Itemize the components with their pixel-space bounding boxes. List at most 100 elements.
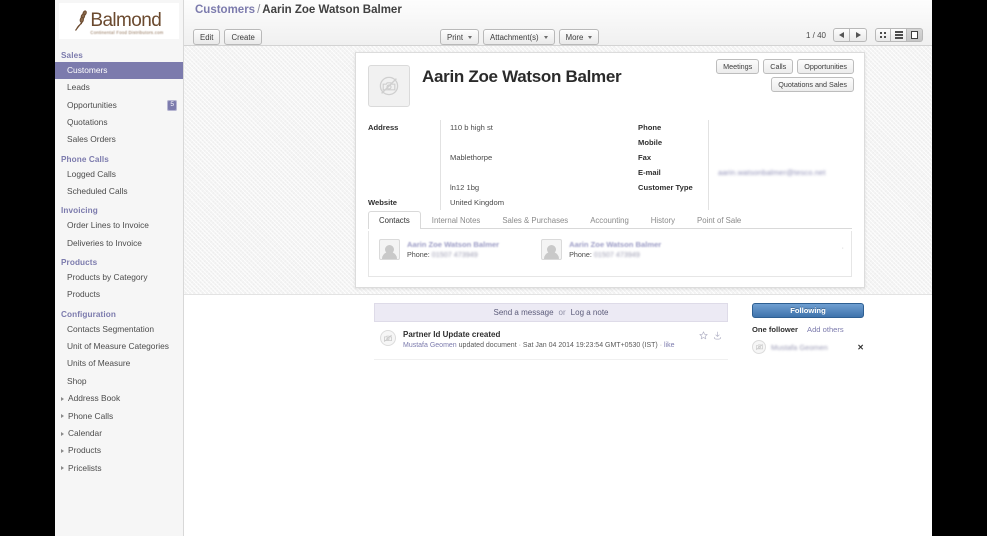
sidebar-group-pricelists[interactable]: Pricelists: [55, 460, 183, 477]
contact-phone: Phone: 01507 473949: [569, 250, 661, 261]
logo-tagline: Continental Food Distributors.com: [90, 29, 164, 35]
sidebar-item-logged-calls[interactable]: Logged Calls: [55, 166, 183, 183]
tab-sales-and-purchases[interactable]: Sales & Purchases: [491, 211, 579, 229]
tab-point-of-sale[interactable]: Point of Sale: [686, 211, 752, 229]
opportunities-button[interactable]: Opportunities: [797, 59, 854, 74]
sidebar-item-leads[interactable]: Leads: [55, 79, 183, 96]
next-record-button[interactable]: [850, 28, 867, 42]
send-message-button[interactable]: Send a message: [494, 308, 554, 317]
sidebar-item-order-lines-to-invoice[interactable]: Order Lines to Invoice: [55, 217, 183, 234]
sidebar: Balmond Continental Food Distributors.co…: [55, 0, 184, 536]
sidebar-item-deliveries-to-invoice[interactable]: Deliveries to Invoice: [55, 235, 183, 252]
view-switcher: [875, 28, 923, 42]
sidebar-item-label: Contacts Segmentation: [67, 323, 155, 334]
sidebar-item-sales-orders[interactable]: Sales Orders: [55, 131, 183, 148]
remove-follower-button[interactable]: ✕: [857, 343, 864, 352]
arrow-right-icon: [855, 32, 861, 38]
sidebar-item-quotations[interactable]: Quotations: [55, 114, 183, 131]
meetings-button-label: Meetings: [723, 62, 753, 71]
sidebar-item-label: Phone Calls: [68, 410, 114, 421]
form-work-area: Aarin Zoe Watson Balmer Meetings Calls O…: [184, 46, 932, 295]
edit-button[interactable]: Edit: [193, 29, 221, 45]
sidebar-item-label: Opportunities: [67, 99, 117, 110]
phone-field-label: Phone: [638, 123, 662, 132]
customer-type-field-value[interactable]: [718, 180, 850, 195]
chevron-right-icon: [61, 466, 64, 471]
app-logo[interactable]: Balmond Continental Food Distributors.co…: [59, 3, 179, 39]
message-author[interactable]: Mustafa Geomen: [403, 342, 457, 349]
list-view-button[interactable]: [891, 28, 907, 42]
contact-phone: Phone: 01507 473949: [407, 250, 499, 261]
sidebar-item-label: Unit of Measure Categories: [67, 341, 169, 352]
toolbar: Customers / Aarin Zoe Watson Balmer Edit C…: [184, 0, 932, 46]
calls-button[interactable]: Calls: [763, 59, 794, 74]
chatter-area: Send a message or Log a note Partner Id …: [184, 295, 932, 536]
sidebar-group-address-book[interactable]: Address Book: [55, 390, 183, 407]
sidebar-item-label: Customers: [67, 65, 108, 75]
following-toggle-button[interactable]: Following: [752, 303, 864, 318]
print-dropdown-button[interactable]: Print: [440, 29, 480, 45]
sidebar-item-label: Products: [67, 289, 101, 300]
message-actions: [699, 331, 722, 340]
meetings-button[interactable]: Meetings: [716, 59, 760, 74]
fax-field-value[interactable]: [718, 150, 850, 165]
star-icon[interactable]: [699, 331, 708, 340]
add-others-button[interactable]: Add others: [807, 325, 844, 334]
message-like-button[interactable]: like: [664, 342, 675, 349]
mobile-field-value[interactable]: [718, 135, 850, 150]
contact-card[interactable]: Aarin Zoe Watson Balmer Phone: 01507 473…: [541, 239, 661, 261]
form-view-button[interactable]: [907, 28, 923, 42]
tab-label: History: [650, 216, 676, 225]
message-subject: Partner Id Update created: [403, 330, 501, 339]
message-author-avatar: [380, 330, 396, 346]
sidebar-item-products-by-category[interactable]: Products by Category: [55, 269, 183, 286]
create-button-label: Create: [231, 32, 255, 42]
tab-internal-notes[interactable]: Internal Notes: [421, 211, 492, 229]
sidebar-section-configuration: Configuration: [61, 309, 116, 319]
no-photo-icon: [383, 334, 392, 342]
tab-label: Accounting: [590, 216, 629, 225]
sidebar-item-unit-of-measure-categories[interactable]: Unit of Measure Categories: [55, 338, 183, 355]
tab-label: Contacts: [379, 216, 410, 225]
breadcrumb-customers-link[interactable]: Customers: [195, 4, 255, 16]
chevron-right-icon: [61, 448, 64, 453]
sidebar-item-scheduled-calls[interactable]: Scheduled Calls: [55, 183, 183, 200]
record-avatar-placeholder[interactable]: [368, 65, 410, 107]
tab-contacts[interactable]: Contacts: [368, 211, 421, 229]
sidebar-section-invoicing: Invoicing: [61, 206, 98, 216]
tab-history[interactable]: History: [640, 211, 686, 229]
sidebar-group-products[interactable]: Products: [55, 442, 183, 459]
pager-indicator: 1 / 40: [805, 30, 826, 40]
attachments-dropdown-button[interactable]: Attachment(s): [483, 29, 555, 45]
list-icon: [894, 31, 903, 39]
contact-avatar: [379, 239, 400, 260]
log-note-button[interactable]: Log a note: [571, 308, 609, 317]
sidebar-section-products: Products: [61, 258, 98, 268]
tab-label: Point of Sale: [697, 216, 742, 225]
address-field-value[interactable]: 110 b high st Mablethorpe ln12 1bg Unite…: [440, 120, 630, 210]
create-button[interactable]: Create: [224, 29, 262, 45]
breadcrumb: Customers / Aarin Zoe Watson Balmer: [195, 4, 402, 16]
more-dropdown-button[interactable]: More: [558, 29, 600, 45]
email-field-label: E-mail: [638, 168, 661, 177]
download-icon[interactable]: [713, 331, 722, 340]
email-field-value[interactable]: aarin.watsonbalmer@tesco.net: [718, 165, 850, 180]
breadcrumb-current: Aarin Zoe Watson Balmer: [262, 4, 402, 16]
address-field-label: Address: [368, 123, 399, 132]
tab-accounting[interactable]: Accounting: [579, 211, 640, 229]
sidebar-group-phone-calls[interactable]: Phone Calls: [55, 408, 183, 425]
sidebar-nav: Sales Customers Leads Opportunities 5 Qu…: [55, 43, 183, 477]
phone-field-value[interactable]: [718, 120, 850, 135]
sidebar-item-contacts-segmentation[interactable]: Contacts Segmentation: [55, 321, 183, 338]
sidebar-item-shop[interactable]: Shop: [55, 373, 183, 390]
sidebar-item-units-of-measure[interactable]: Units of Measure: [55, 355, 183, 372]
contact-card[interactable]: Aarin Zoe Watson Balmer Phone: 01507 473…: [379, 239, 499, 261]
previous-record-button[interactable]: [833, 28, 850, 42]
quotations-and-sales-button[interactable]: Quotations and Sales: [771, 77, 854, 92]
sidebar-item-label: Scheduled Calls: [67, 186, 128, 197]
kanban-view-button[interactable]: [875, 28, 891, 42]
sidebar-group-calendar[interactable]: Calendar: [55, 425, 183, 442]
sidebar-item-products[interactable]: Products: [55, 286, 183, 303]
sidebar-item-opportunities[interactable]: Opportunities 5: [55, 97, 183, 114]
sidebar-item-customers[interactable]: Customers: [55, 62, 183, 80]
